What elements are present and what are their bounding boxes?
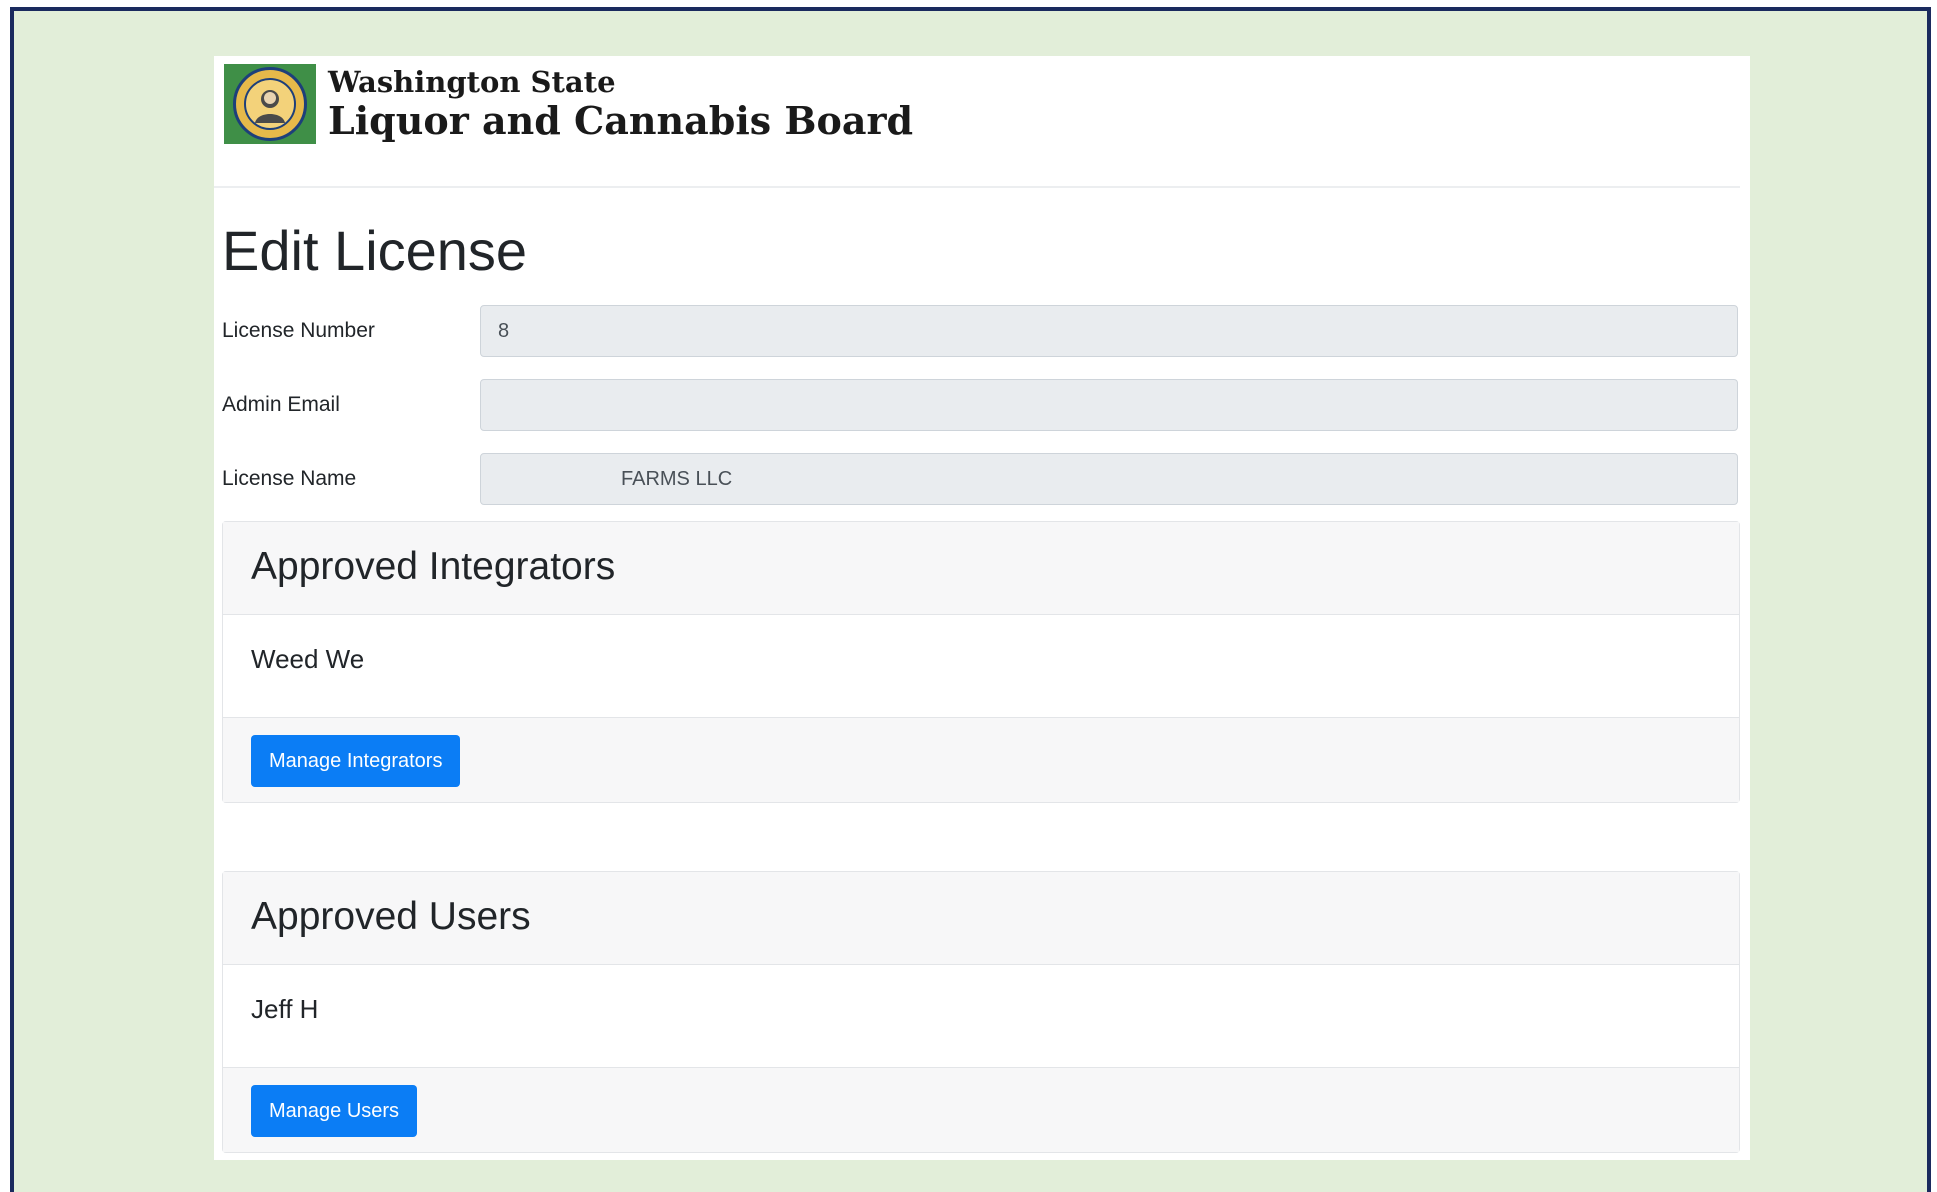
screenshot-frame: Washington State Liquor and Cannabis Boa…	[10, 7, 1931, 1192]
user-list: Jeff H	[223, 965, 1739, 1067]
logo	[224, 64, 316, 144]
license-name-label: License Name	[222, 467, 357, 490]
integrator-list-item: Weed We	[251, 644, 365, 674]
license-number-label: License Number	[222, 319, 375, 342]
approved-integrators-panel: Approved Integrators Weed We Manage Inte…	[222, 521, 1740, 803]
license-name-row: License Name	[222, 453, 1740, 507]
brand-header[interactable]: Washington State Liquor and Cannabis Boa…	[224, 64, 913, 144]
brand-line-state: Washington State	[328, 65, 616, 99]
users-panel-footer: Manage Users	[223, 1067, 1739, 1152]
approved-users-heading: Approved Users	[223, 872, 1739, 965]
washington-state-seal-icon	[233, 67, 307, 141]
manage-users-button[interactable]: Manage Users	[251, 1085, 418, 1137]
admin-email-label: Admin Email	[222, 393, 340, 416]
admin-email-field[interactable]	[480, 379, 1738, 431]
seal-portrait-icon	[244, 78, 296, 130]
brand-title: Washington State Liquor and Cannabis Boa…	[328, 65, 913, 143]
license-number-row: License Number	[222, 305, 1740, 359]
page-card: Washington State Liquor and Cannabis Boa…	[214, 56, 1750, 1160]
integrators-panel-footer: Manage Integrators	[223, 717, 1739, 802]
brand-line-board: Liquor and Cannabis Board	[328, 98, 914, 143]
integrator-list: Weed We	[223, 615, 1739, 717]
license-name-field[interactable]	[480, 453, 1738, 505]
approved-users-panel: Approved Users Jeff H Manage Users	[222, 871, 1740, 1153]
user-list-item: Jeff H	[251, 994, 319, 1024]
license-number-field[interactable]	[480, 305, 1738, 357]
admin-email-row: Admin Email	[222, 379, 1740, 433]
page-title: Edit License	[222, 219, 528, 282]
approved-integrators-heading: Approved Integrators	[223, 522, 1739, 615]
header-divider	[214, 186, 1740, 188]
manage-integrators-button[interactable]: Manage Integrators	[251, 735, 461, 787]
